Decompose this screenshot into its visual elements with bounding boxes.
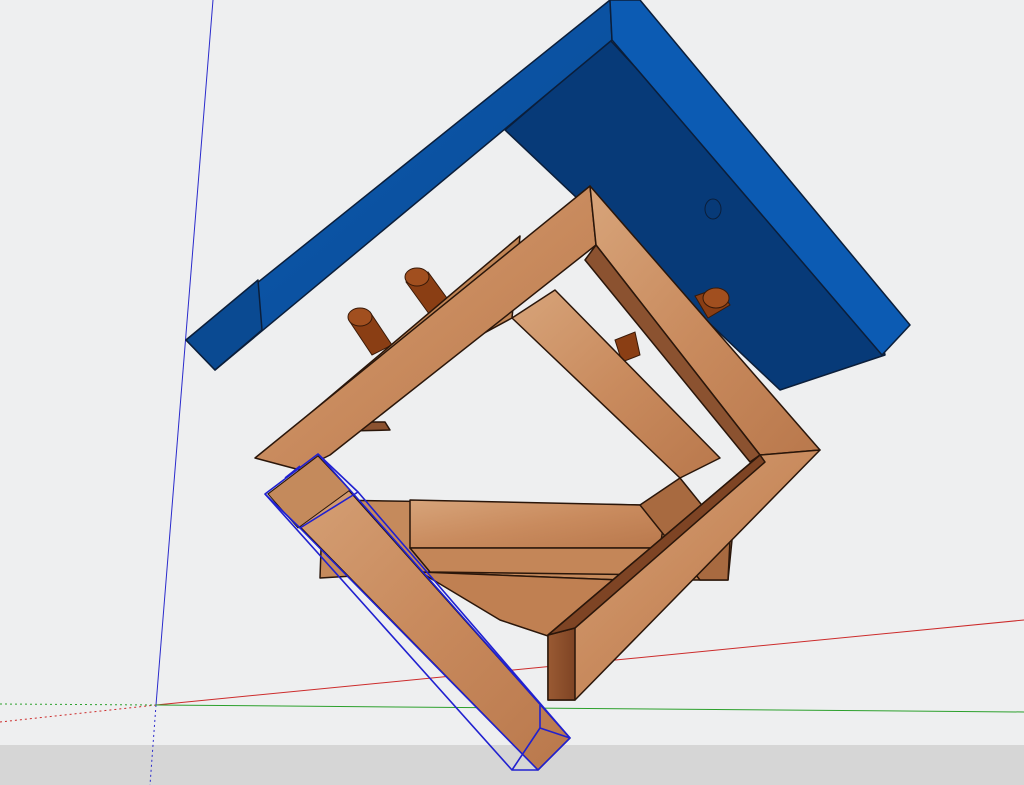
base-board-plank-1 bbox=[409, 499, 666, 549]
ground-background bbox=[0, 745, 1024, 785]
sketchup-3d-viewport[interactable] bbox=[0, 0, 1024, 785]
frame-bottom-right-end bbox=[547, 627, 576, 701]
model-canvas[interactable] bbox=[0, 0, 1024, 785]
